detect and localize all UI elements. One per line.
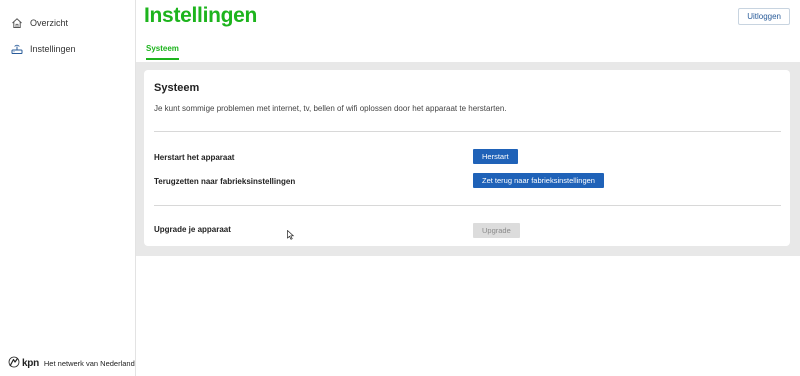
- kpn-logo-icon: [8, 356, 20, 370]
- content-area: Systeem Je kunt sommige problemen met in…: [136, 62, 800, 256]
- logout-button[interactable]: Uitloggen: [738, 8, 790, 25]
- divider: [154, 131, 781, 132]
- factory-reset-button[interactable]: Zet terug naar fabrieksinstellingen: [473, 173, 604, 188]
- system-card: Systeem Je kunt sommige problemen met in…: [144, 70, 790, 246]
- card-description: Je kunt sommige problemen met internet, …: [154, 104, 507, 113]
- brand-tagline: Het netwerk van Nederland: [43, 358, 135, 368]
- sidebar-item-instellingen[interactable]: Instellingen: [0, 36, 135, 62]
- upgrade-button: Upgrade: [473, 223, 520, 238]
- sidebar: Overzicht Instellingen kpn Het netwerk v…: [0, 0, 136, 376]
- brand-logo: kpn: [22, 357, 39, 369]
- sidebar-item-overzicht[interactable]: Overzicht: [0, 10, 135, 36]
- divider: [154, 205, 781, 206]
- main-area: Instellingen Uitloggen Systeem Systeem J…: [136, 0, 800, 376]
- tab-systeem[interactable]: Systeem: [146, 44, 179, 60]
- home-icon: [10, 16, 24, 30]
- sidebar-item-label: Overzicht: [30, 18, 69, 28]
- factory-reset-label: Terugzetten naar fabrieksinstellingen: [154, 177, 296, 186]
- brand-footer: kpn Het netwerk van Nederland: [8, 356, 135, 370]
- router-icon: [10, 42, 24, 56]
- sidebar-item-label: Instellingen: [30, 44, 76, 54]
- card-title: Systeem: [154, 82, 200, 94]
- mouse-cursor-icon: [287, 230, 295, 240]
- upgrade-label: Upgrade je apparaat: [154, 225, 231, 234]
- restart-label: Herstart het apparaat: [154, 153, 235, 162]
- restart-button[interactable]: Herstart: [473, 149, 518, 164]
- page-title: Instellingen: [144, 4, 258, 27]
